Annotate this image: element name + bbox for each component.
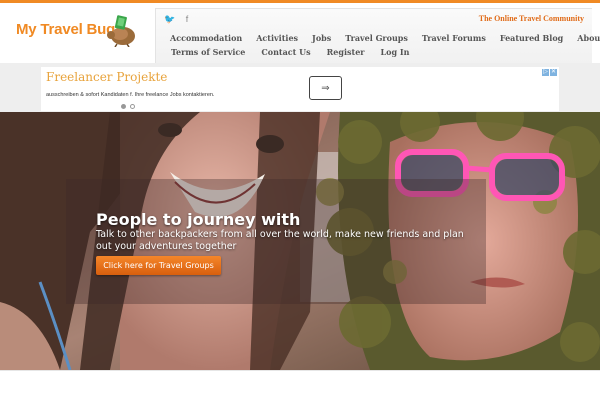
ad-dot[interactable] <box>130 104 135 109</box>
nav-terms-of-service[interactable]: Terms of Service <box>163 47 253 57</box>
site-header: My Travel Bug 🐦 f The Online Travel Comm… <box>0 3 600 63</box>
twitter-icon[interactable]: 🐦 <box>164 14 175 25</box>
ad-title[interactable]: Freelancer Projekte <box>46 70 167 84</box>
nav-about[interactable]: About <box>570 33 600 43</box>
navigation-panel: 🐦 f The Online Travel Community Accommod… <box>155 8 600 63</box>
ad-band: Freelancer Projekte ausschreiben & sofor… <box>0 63 600 112</box>
travel-bug-mascot-icon <box>107 15 135 47</box>
nav-log-in[interactable]: Log In <box>373 47 418 57</box>
nav-register[interactable]: Register <box>319 47 373 57</box>
hero-title: People to journey with <box>96 210 301 229</box>
nav-jobs[interactable]: Jobs <box>305 33 338 43</box>
advertisement[interactable]: Freelancer Projekte ausschreiben & sofor… <box>41 67 559 111</box>
main-nav-row-1: Accommodation Activities Jobs Travel Gro… <box>163 33 600 43</box>
ad-arrow-button[interactable]: ⇒ <box>309 76 342 100</box>
nav-contact-us[interactable]: Contact Us <box>253 47 318 57</box>
nav-travel-forums[interactable]: Travel Forums <box>415 33 493 43</box>
nav-accommodation[interactable]: Accommodation <box>163 33 249 43</box>
hero-banner: People to journey with Talk to other bac… <box>0 112 600 370</box>
arrow-right-icon: ⇒ <box>321 82 330 94</box>
ad-choices-icon[interactable]: ▷ <box>542 69 549 76</box>
ad-pagination <box>121 104 135 109</box>
nav-activities[interactable]: Activities <box>249 33 305 43</box>
ad-subtitle[interactable]: ausschreiben & sofort Kandidaten f. Ihre… <box>46 92 214 98</box>
page-content-start <box>0 370 600 400</box>
site-logo[interactable]: My Travel Bug <box>16 11 136 47</box>
close-icon[interactable]: ✕ <box>550 69 557 76</box>
site-tagline: The Online Travel Community <box>478 14 584 23</box>
nav-travel-groups[interactable]: Travel Groups <box>338 33 415 43</box>
ad-choices[interactable]: ▷ ✕ <box>542 69 557 76</box>
facebook-icon[interactable]: f <box>182 14 192 25</box>
travel-groups-cta-button[interactable]: Click here for Travel Groups <box>96 256 221 275</box>
nav-featured-blog[interactable]: Featured Blog <box>493 33 570 43</box>
main-nav-row-2: Terms of Service Contact Us Register Log… <box>163 47 417 57</box>
social-links: 🐦 f <box>164 14 192 25</box>
ad-dot-active[interactable] <box>121 104 126 109</box>
hero-description: Talk to other backpackers from all over … <box>96 229 464 252</box>
